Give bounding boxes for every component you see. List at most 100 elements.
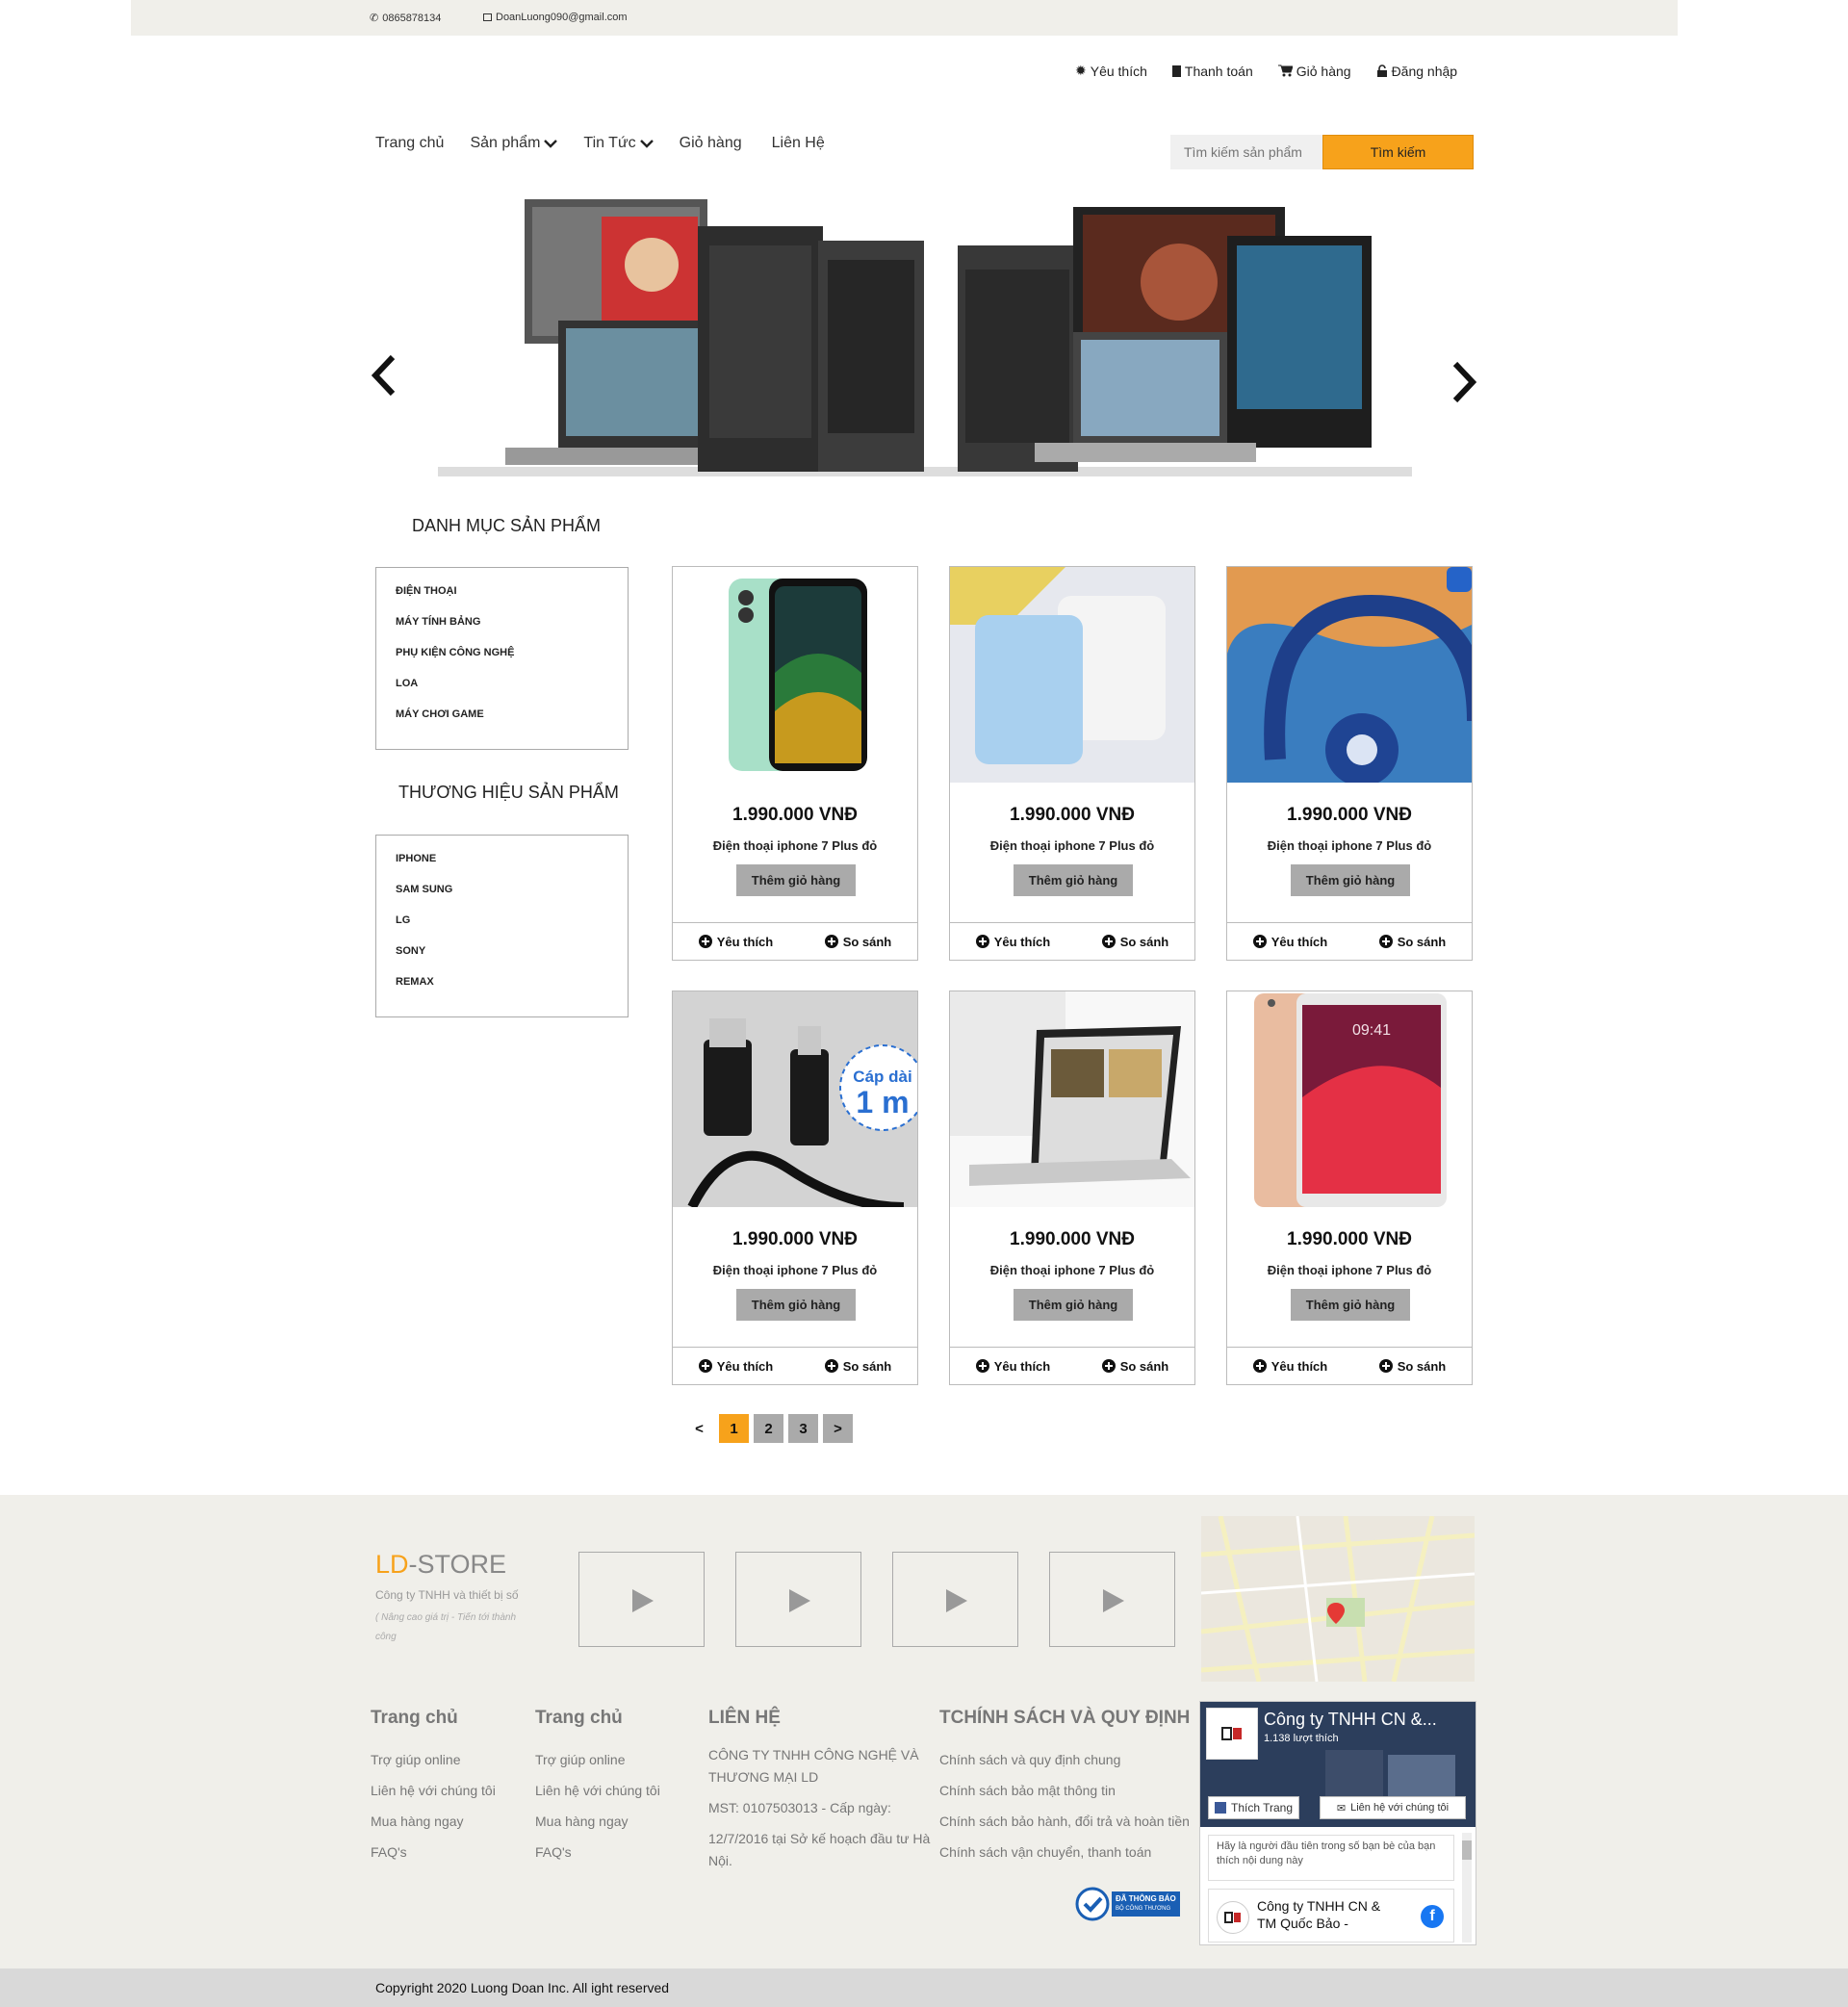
nav-contact[interactable]: Liên Hệ [772,135,825,152]
category-item[interactable]: PHỤ KIỆN CÔNG NGHỆ [396,637,628,668]
add-to-cart-button[interactable]: Thêm giỏ hàng [1014,864,1133,896]
footer-link[interactable]: Trợ giúp online [371,1744,496,1775]
compare-button[interactable]: So sánh [824,1359,891,1374]
product-name[interactable]: Điện thoại iphone 7 Plus đỏ [950,838,1194,853]
product-price: 1.990.000 VNĐ [732,1229,858,1249]
ministry-registered-badge[interactable]: ĐÃ THÔNG BÁO BỘ CÔNG THƯƠNG [1075,1887,1180,1921]
footer-link[interactable]: Chính sách bảo mật thông tin [939,1775,1190,1806]
nav-cart[interactable]: Giỏ hàng [680,135,742,152]
facebook-page-name[interactable]: Công ty TNHH CN &... [1264,1710,1437,1730]
nav-news[interactable]: Tin Tức [583,135,654,152]
wishlist-button[interactable]: Yêu thích [975,935,1050,949]
nav-home[interactable]: Trang chủ [375,135,444,152]
add-to-cart-button[interactable]: Thêm giỏ hàng [1291,1289,1410,1321]
footer-link[interactable]: FAQ's [535,1837,660,1867]
product-card: 1.990.000 VNĐ Điện thoại iphone 7 Plus đ… [672,566,918,961]
product-name[interactable]: Điện thoại iphone 7 Plus đỏ [1227,838,1472,853]
checkmark-badge-icon [1075,1887,1110,1921]
footer-link[interactable]: Liên hệ với chúng tôi [535,1775,660,1806]
product-image-headphones[interactable] [1227,567,1472,783]
cart-link[interactable]: Giỏ hàng [1277,63,1351,79]
footer-link[interactable]: Liên hệ với chúng tôi [371,1775,496,1806]
footer-link[interactable]: Mua hàng ngay [535,1806,660,1837]
nav-products[interactable]: Sản phẩm [470,135,558,152]
add-to-cart-button[interactable]: Thêm giỏ hàng [1014,1289,1133,1321]
product-image-phone[interactable] [673,567,917,783]
compare-button[interactable]: So sánh [1378,935,1446,949]
category-item[interactable]: ĐIỆN THOẠI [396,576,628,606]
brand-item[interactable]: REMAX [396,966,628,997]
pagination-next[interactable]: > [823,1414,853,1443]
facebook-icon: f [1421,1905,1444,1928]
category-item[interactable]: LOA [396,668,628,699]
compare-button[interactable]: So sánh [1101,1359,1168,1374]
footer-column-policy: TCHÍNH SÁCH VÀ QUY ĐỊNH Chính sách và qu… [939,1708,1190,1867]
footer-link[interactable]: Trợ giúp online [535,1744,660,1775]
product-card: 09:41 1.990.000 VNĐ Điện thoại iphone 7 … [1226,991,1473,1385]
wishlist-button[interactable]: Yêu thích [1252,935,1327,949]
facebook-page-logo[interactable] [1206,1708,1258,1760]
pagination-prev[interactable]: < [684,1414,714,1443]
compare-button[interactable]: So sánh [1101,935,1168,949]
product-image-laptop[interactable] [950,991,1194,1207]
video-thumbnail[interactable] [892,1552,1018,1647]
wishlist-button[interactable]: Yêu thích [975,1359,1050,1374]
product-name[interactable]: Điện thoại iphone 7 Plus đỏ [1227,1263,1472,1277]
compare-button[interactable]: So sánh [824,935,891,949]
brand-item[interactable]: LG [396,905,628,936]
email-address: DoanLuong090@gmail.com [496,12,628,23]
category-item[interactable]: MÁY CHƠI GAME [396,699,628,730]
footer-link[interactable]: Chính sách và quy định chung [939,1744,1190,1775]
compare-button[interactable]: So sánh [1378,1359,1446,1374]
scrollbar-thumb[interactable] [1462,1840,1472,1860]
search-button[interactable]: Tìm kiếm [1322,135,1474,169]
footer-link[interactable]: Mua hàng ngay [371,1806,496,1837]
footer-link[interactable]: FAQ's [371,1837,496,1867]
facebook-scrollbar[interactable] [1462,1833,1472,1943]
phone-contact[interactable]: ✆ 0865878134 [370,12,441,25]
wishlist-link[interactable]: ✹ Yêu thích [1075,63,1147,79]
product-name[interactable]: Điện thoại iphone 7 Plus đỏ [673,1263,917,1277]
footer-brand-logo[interactable]: LD-STORE [375,1550,506,1580]
product-actions: Yêu thích So sánh [1227,1347,1472,1384]
brand-item[interactable]: SAM SUNG [396,874,628,905]
plus-circle-icon [698,1359,712,1373]
slider-next-arrow[interactable] [1444,358,1482,406]
category-item[interactable]: MÁY TÍNH BẢNG [396,606,628,637]
wishlist-button[interactable]: Yêu thích [1252,1359,1327,1374]
add-to-cart-button[interactable]: Thêm giỏ hàng [736,864,856,896]
brand-item[interactable]: SONY [396,936,628,966]
product-name[interactable]: Điện thoại iphone 7 Plus đỏ [673,838,917,853]
video-thumbnail[interactable] [1049,1552,1175,1647]
product-image-powerbank[interactable] [950,567,1194,783]
slider-prev-arrow[interactable] [366,351,404,399]
facebook-like-button[interactable]: Thích Trang [1208,1796,1300,1819]
wishlist-button[interactable]: Yêu thích [698,1359,773,1374]
footer-link[interactable]: Chính sách vận chuyển, thanh toán [939,1837,1190,1867]
product-name[interactable]: Điện thoại iphone 7 Plus đỏ [950,1263,1194,1277]
login-link[interactable]: Đăng nhập [1376,63,1457,79]
product-image-tablet[interactable]: 09:41 [1227,991,1472,1207]
footer-contact-line: MST: 0107503013 - Cấp ngày: [708,1800,891,1815]
pagination-page-1[interactable]: 1 [719,1414,749,1443]
footer-link[interactable]: Chính sách bảo hành, đổi trả và hoàn tiề… [939,1806,1190,1837]
product-price: 1.990.000 VNĐ [732,805,858,825]
email-contact[interactable]: DoanLuong090@gmail.com [483,12,628,23]
plus-circle-icon [1378,935,1393,948]
pagination-page-3[interactable]: 3 [788,1414,818,1443]
product-image-cable[interactable]: Cáp dài 1 m [673,991,917,1207]
video-thumbnail[interactable] [735,1552,861,1647]
search-input[interactable] [1170,135,1322,169]
brand-item[interactable]: IPHONE [396,843,628,874]
facebook-contact-button[interactable]: ✉ Liên hệ với chúng tôi [1320,1796,1466,1819]
checkout-link[interactable]: Thanh toán [1171,63,1253,79]
store-map[interactable] [1201,1516,1475,1682]
add-to-cart-button[interactable]: Thêm giỏ hàng [736,1289,856,1321]
wishlist-button[interactable]: Yêu thích [698,935,773,949]
plus-circle-icon [1252,935,1267,948]
video-thumbnail[interactable] [578,1552,705,1647]
add-to-cart-button[interactable]: Thêm giỏ hàng [1291,864,1410,896]
product-card: Cáp dài 1 m 1.990.000 VNĐ Điện thoại iph… [672,991,918,1385]
facebook-post-preview[interactable]: Công ty TNHH CN & TM Quốc Bảo - f [1208,1889,1454,1943]
pagination-page-2[interactable]: 2 [754,1414,783,1443]
